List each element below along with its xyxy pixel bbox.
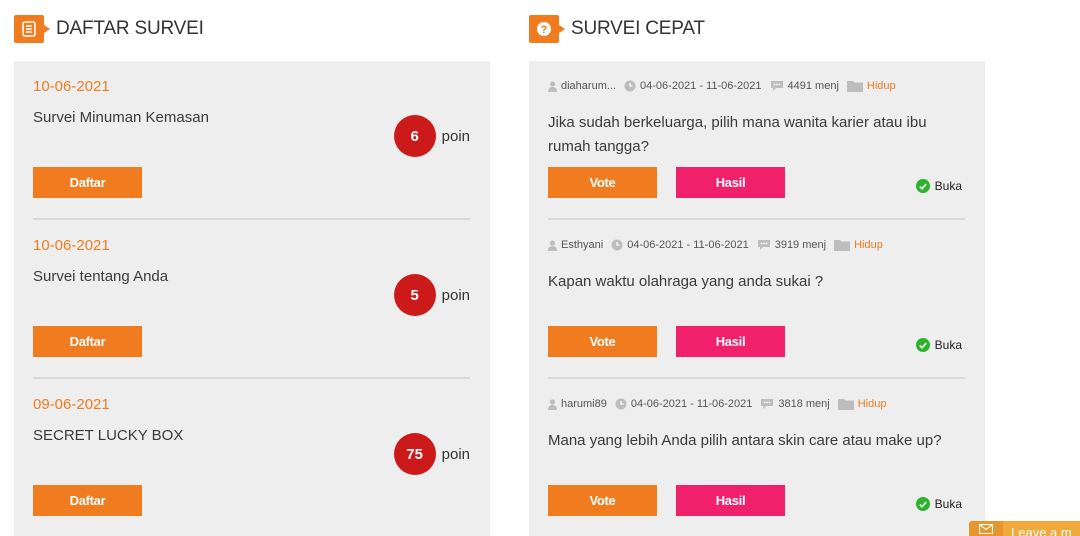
- survey-date: 09-06-2021: [33, 396, 110, 413]
- result-button[interactable]: Hasil: [676, 167, 785, 198]
- poll-category[interactable]: Hidup: [846, 80, 896, 92]
- clock-icon: [611, 239, 623, 251]
- poll-item: Esthyani 04-06-2021 - 11-06-2021 3919 me…: [548, 220, 965, 379]
- register-button[interactable]: Daftar: [33, 326, 142, 357]
- poll-meta: Esthyani 04-06-2021 - 11-06-2021 3919 me…: [548, 239, 891, 251]
- poll-period: 04-06-2021 - 11-06-2021: [611, 239, 749, 251]
- clock-icon: [624, 80, 636, 92]
- points-badge: 6 poin: [393, 115, 470, 157]
- folder-icon: [837, 399, 854, 410]
- check-icon: [915, 338, 930, 352]
- register-button[interactable]: Daftar: [33, 167, 142, 198]
- poll-meta: harumi89 04-06-2021 - 11-06-2021 3818 me…: [548, 398, 894, 410]
- survey-item: 10-06-2021 Survei Minuman Kemasan 6 poin…: [33, 61, 470, 220]
- survey-list-header: DAFTAR SURVEI: [14, 14, 204, 44]
- user-icon: [548, 80, 557, 92]
- poll-author[interactable]: Esthyani: [548, 239, 603, 251]
- poll-responses: 4491 menj: [770, 80, 839, 92]
- points-label: poin: [441, 127, 470, 145]
- svg-text:?: ?: [541, 24, 548, 36]
- envelope-icon: [969, 521, 1003, 536]
- poll-item: harumi89 04-06-2021 - 11-06-2021 3818 me…: [548, 379, 965, 536]
- list-icon: [14, 15, 50, 43]
- vote-button[interactable]: Vote: [548, 485, 657, 516]
- comment-icon: [757, 240, 770, 250]
- points-label: poin: [441, 445, 470, 463]
- survey-item: 10-06-2021 Survei tentang Anda 5 poin Da…: [33, 220, 470, 379]
- poll-author[interactable]: diaharum...: [548, 80, 616, 92]
- survey-name: SECRET LUCKY BOX: [33, 427, 184, 444]
- poll-question: Jika sudah berkeluarga, pilih mana wanit…: [548, 114, 927, 155]
- vote-button[interactable]: Vote: [548, 326, 657, 357]
- points-value: 5: [393, 274, 436, 316]
- result-button[interactable]: Hasil: [676, 326, 785, 357]
- survey-date: 10-06-2021: [33, 78, 110, 95]
- survey-name: Survei Minuman Kemasan: [33, 109, 209, 126]
- register-button[interactable]: Daftar: [33, 485, 142, 516]
- poll-responses: 3818 menj: [760, 398, 830, 410]
- section-title: DAFTAR SURVEI: [56, 18, 204, 39]
- points-label: poin: [441, 286, 470, 304]
- poll-period: 04-06-2021 - 11-06-2021: [615, 398, 752, 410]
- quick-survey-header: ? SURVEI CEPAT: [529, 14, 705, 44]
- result-button[interactable]: Hasil: [676, 485, 785, 516]
- survey-list-panel: 10-06-2021 Survei Minuman Kemasan 6 poin…: [14, 61, 490, 536]
- poll-question: Kapan waktu olahraga yang anda sukai ?: [548, 273, 824, 290]
- survey-name: Survei tentang Anda: [33, 268, 169, 285]
- vote-button[interactable]: Vote: [548, 167, 657, 198]
- poll-status: Buka: [915, 497, 962, 511]
- check-icon: [915, 497, 930, 511]
- points-badge: 5 poin: [393, 274, 470, 316]
- points-value: 75: [393, 433, 436, 475]
- leave-message-label: Leave a m: [1011, 525, 1072, 536]
- poll-status: Buka: [915, 179, 962, 193]
- points-badge: 75 poin: [393, 433, 470, 475]
- poll-question: Mana yang lebih Anda pilih antara skin c…: [548, 432, 942, 449]
- poll-category[interactable]: Hidup: [834, 239, 883, 251]
- leave-message-tab[interactable]: Leave a m: [969, 521, 1080, 536]
- survey-item: 09-06-2021 SECRET LUCKY BOX 75 poin Daft…: [33, 379, 470, 536]
- poll-period: 04-06-2021 - 11-06-2021: [624, 80, 762, 92]
- poll-meta: diaharum... 04-06-2021 - 11-06-2021 4491…: [548, 80, 904, 92]
- comment-icon: [770, 81, 783, 91]
- question-icon: ?: [529, 15, 565, 43]
- user-icon: [548, 239, 557, 251]
- check-icon: [915, 179, 930, 193]
- poll-item: diaharum... 04-06-2021 - 11-06-2021 4491…: [548, 61, 965, 220]
- poll-responses: 3919 menj: [757, 239, 826, 251]
- folder-icon: [846, 81, 863, 92]
- points-value: 6: [393, 115, 436, 157]
- poll-author[interactable]: harumi89: [548, 398, 607, 410]
- clock-icon: [615, 398, 627, 410]
- folder-icon: [834, 240, 851, 251]
- comment-icon: [761, 399, 774, 409]
- poll-status: Buka: [915, 338, 962, 352]
- section-title: SURVEI CEPAT: [571, 18, 705, 39]
- quick-survey-panel: diaharum... 04-06-2021 - 11-06-2021 4491…: [529, 61, 985, 536]
- poll-category[interactable]: Hidup: [837, 398, 886, 410]
- survey-date: 10-06-2021: [33, 237, 110, 254]
- user-icon: [548, 398, 557, 410]
